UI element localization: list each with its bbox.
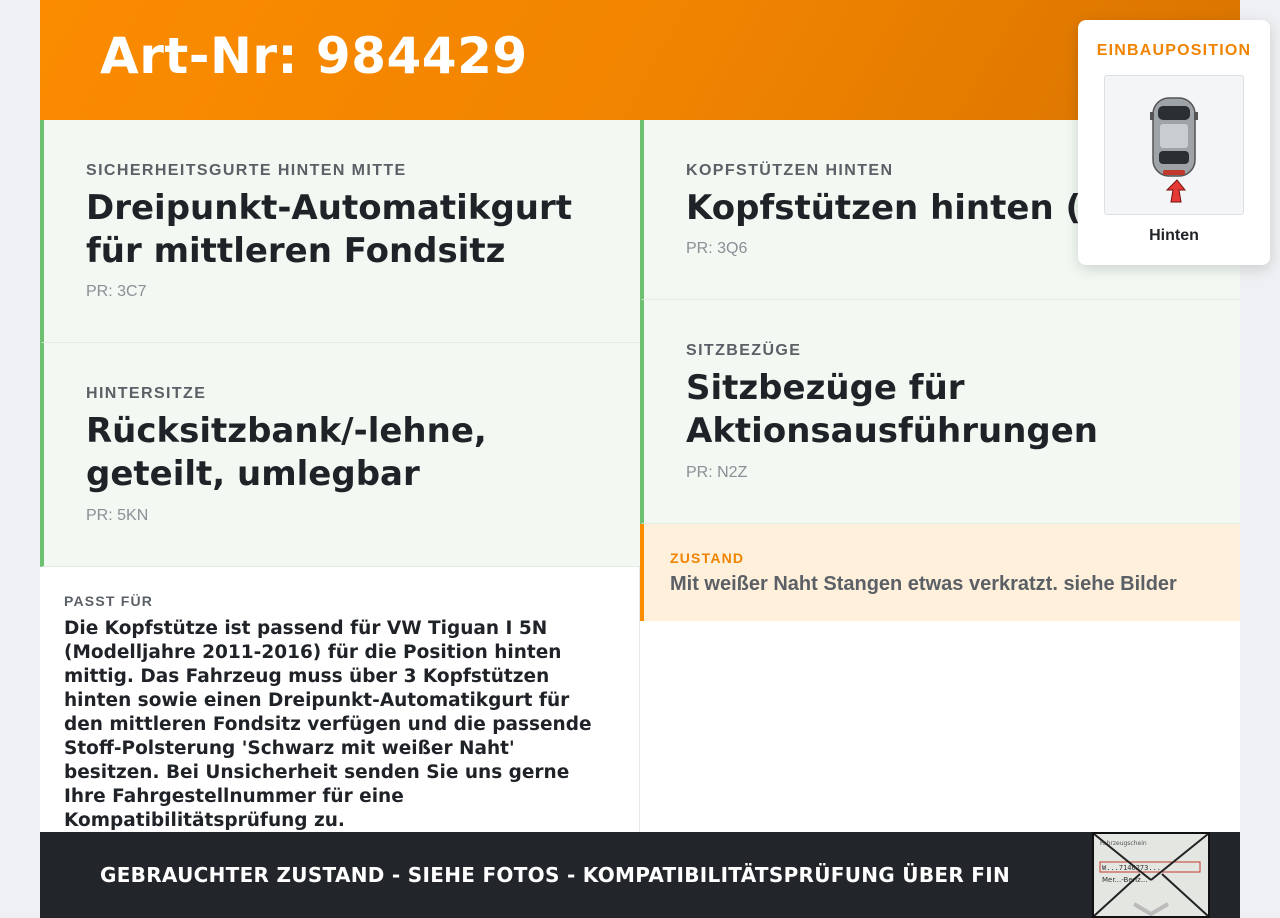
feature-pr-code: PR: 3Q6 bbox=[686, 240, 748, 257]
document-icon: Fahrzeugschein W...7146273... Mer...-Ben… bbox=[1093, 833, 1209, 917]
feature-pr-code: PR: 3C7 bbox=[86, 283, 147, 300]
position-label: EINBAUPOSITION bbox=[1096, 42, 1252, 59]
fits-label: PASST FÜR bbox=[64, 593, 154, 609]
feature-category: KOPFSTÜTZEN HINTEN bbox=[686, 162, 894, 179]
rear-arrow-icon bbox=[1165, 179, 1187, 203]
feature-title: Sitzbezüge für Aktionsausführungen bbox=[686, 368, 1099, 451]
product-sheet: Art-Nr: 984429 SICHERHEITSGURTE HINTEN M… bbox=[40, 0, 1270, 918]
article-number: Art-Nr: 984429 bbox=[100, 27, 528, 85]
condition-section: ZUSTAND Mit weißer Naht Stangen etwas ve… bbox=[640, 524, 1240, 621]
car-position-image bbox=[1104, 75, 1244, 215]
position-caption: Hinten bbox=[1149, 227, 1199, 244]
feature-card-seat-covers: SITZBEZÜGE Sitzbezüge für Aktionsausführ… bbox=[640, 300, 1240, 524]
footer-text: GEBRAUCHTER ZUSTAND - SIEHE FOTOS - KOMP… bbox=[100, 863, 1011, 887]
footer-banner: GEBRAUCHTER ZUSTAND - SIEHE FOTOS - KOMP… bbox=[40, 832, 1240, 918]
feature-card-rear-seats: HINTERSITZE Rücksitzbank/-lehne, geteilt… bbox=[40, 343, 640, 567]
car-top-view-icon bbox=[1150, 97, 1198, 203]
feature-title: Dreipunkt-Automatikgurt für mittleren Fo… bbox=[86, 188, 573, 271]
feature-card-seatbelt: SICHERHEITSGURTE HINTEN MITTE Dreipunkt-… bbox=[40, 120, 640, 343]
feature-pr-code: PR: 5KN bbox=[86, 507, 149, 524]
header: Art-Nr: 984429 bbox=[40, 0, 1240, 120]
feature-title: Rücksitzbank/-lehne, geteilt, umlegbar bbox=[86, 411, 487, 494]
registration-document-thumbnail[interactable]: Fahrzeugschein W...7146273... Mer...-Ben… bbox=[1092, 832, 1210, 918]
feature-category: HINTERSITZE bbox=[86, 385, 207, 402]
mounting-position-card: EINBAUPOSITION Hinten bbox=[1078, 20, 1270, 265]
fits-section: PASST FÜR Die Kopfstütze ist passend für… bbox=[40, 567, 640, 832]
svg-text:Mer...-Benz...: Mer...-Benz... bbox=[1102, 876, 1147, 884]
feature-pr-code: PR: N2Z bbox=[686, 464, 748, 481]
feature-category: SICHERHEITSGURTE HINTEN MITTE bbox=[86, 162, 407, 179]
condition-text: Mit weißer Naht Stangen etwas verkratzt.… bbox=[670, 573, 1177, 595]
condition-label: ZUSTAND bbox=[670, 550, 745, 566]
feature-category: SITZBEZÜGE bbox=[686, 342, 802, 359]
fits-text: Die Kopfstütze ist passend für VW Tiguan… bbox=[64, 618, 592, 831]
